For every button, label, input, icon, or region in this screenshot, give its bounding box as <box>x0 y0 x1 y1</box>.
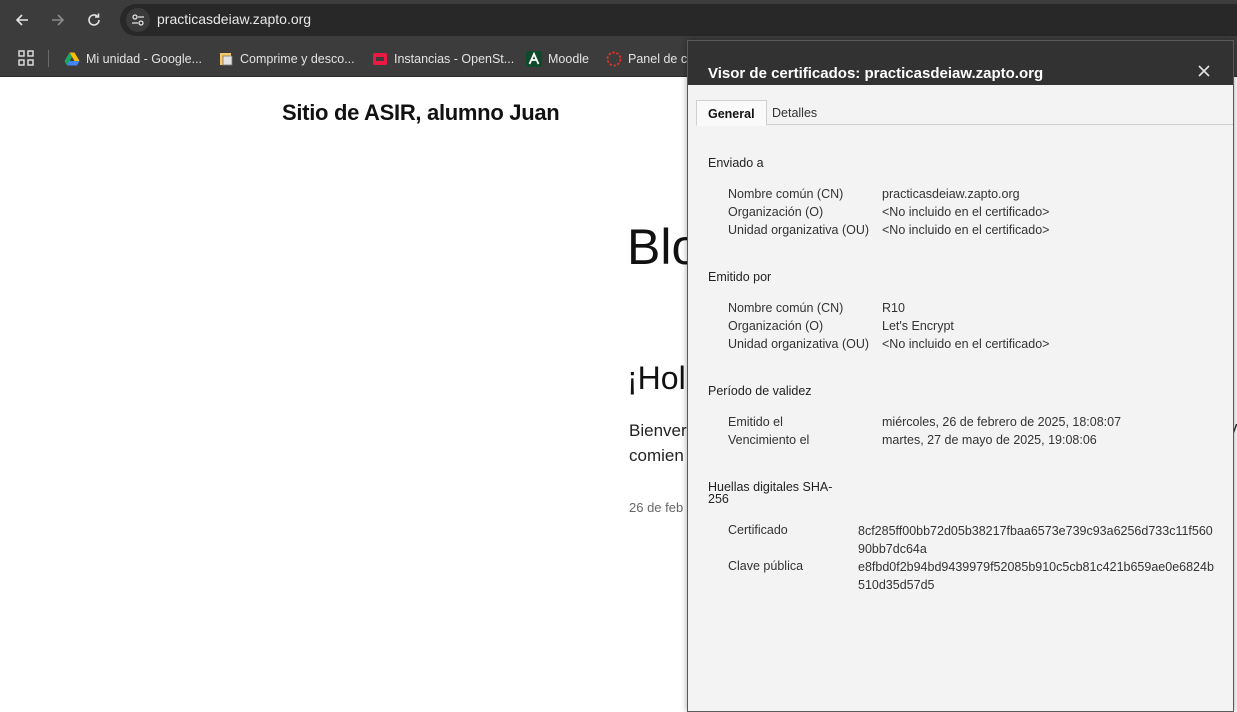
openstack-icon <box>372 51 388 67</box>
dialog-header: Visor de certificados: practicasdeiaw.za… <box>688 41 1233 85</box>
forward-arrow-icon <box>52 14 65 26</box>
reload-button[interactable] <box>82 8 106 32</box>
tab-detalles[interactable]: Detalles <box>761 100 828 126</box>
bookmarks-separator <box>48 50 49 67</box>
field-value: martes, 27 de mayo de 2025, 19:08:06 <box>882 433 1097 447</box>
bookmark-comprime[interactable]: Comprime y desco... <box>218 40 355 77</box>
bookmark-label: Panel de co <box>628 51 695 66</box>
section-heading-line: 256 <box>708 492 729 506</box>
bookmark-label: Comprime y desco... <box>240 51 355 66</box>
field-value: Let's Encrypt <box>882 319 954 333</box>
google-drive-icon <box>64 51 80 67</box>
back-button[interactable] <box>10 8 34 32</box>
field-label: Nombre común (CN) <box>728 187 844 201</box>
bookmark-moodle[interactable]: Moodle <box>526 40 589 77</box>
bookmark-label: Instancias - OpenSt... <box>394 51 515 66</box>
panel-icon <box>606 51 622 67</box>
bookmark-label: Moodle <box>548 51 589 66</box>
fingerprint-value: 8cf285ff00bb72d05b38217fbaa6573e739c93a6… <box>858 524 1213 556</box>
back-arrow-icon <box>15 14 28 26</box>
field-label: Organización (O) <box>728 319 824 333</box>
bookmark-label: Mi unidad - Google... <box>86 51 203 66</box>
dialog-title: Visor de certificados: practicasdeiaw.za… <box>708 65 1044 82</box>
field-value: <No incluido en el certificado> <box>882 223 1050 237</box>
field-label: Unidad organizativa (OU) <box>728 337 870 351</box>
tab-general[interactable]: General <box>696 100 767 126</box>
dialog-tabs: General Detalles <box>696 100 1233 126</box>
tune-icon <box>132 14 144 26</box>
field-label: Emitido el <box>728 415 783 429</box>
forward-button[interactable] <box>46 8 70 32</box>
certificate-viewer-dialog: Visor de certificados: practicasdeiaw.za… <box>687 40 1234 712</box>
field-label: Unidad organizativa (OU) <box>728 223 870 237</box>
site-title[interactable]: Sitio de ASIR, alumno Juan <box>282 100 560 126</box>
field-label: Clave pública <box>728 559 804 573</box>
bookmark-google-drive[interactable]: Mi unidad - Google... <box>64 40 202 77</box>
browser-toolbar: practicasdeiaw.zapto.org <box>0 0 1237 40</box>
apps-grid-icon[interactable] <box>17 49 35 67</box>
bookmark-panel[interactable]: Panel de co <box>606 40 694 77</box>
field-value: practicasdeiaw.zapto.org <box>882 187 1020 201</box>
field-value: miércoles, 26 de febrero de 2025, 18:08:… <box>882 415 1122 429</box>
reload-icon <box>88 13 100 26</box>
folder-icon <box>218 51 234 67</box>
field-value: <No incluido en el certificado> <box>882 337 1050 351</box>
section-validity: Período de validez <box>708 384 812 398</box>
post-date: 26 de feb <box>629 500 684 515</box>
site-info-button[interactable] <box>126 8 150 32</box>
section-issued-by: Emitido por <box>708 270 772 284</box>
field-value: R10 <box>882 301 905 315</box>
fingerprint-value: e8fbd0f2b94bd9439979f52085b910c5cb81c421… <box>858 560 1214 592</box>
post-title[interactable]: ¡Hol <box>627 360 686 397</box>
close-button[interactable] <box>1196 63 1212 79</box>
field-label: Nombre común (CN) <box>728 301 844 315</box>
field-label: Certificado <box>728 523 788 537</box>
moodle-icon <box>526 50 542 67</box>
field-label: Vencimiento el <box>728 433 810 447</box>
field-value: <No incluido en el certificado> <box>882 205 1050 219</box>
field-label: Organización (O) <box>728 205 824 219</box>
section-fingerprints: Huellas digitales SHA- 256 <box>708 481 832 506</box>
section-issued-to: Enviado a <box>708 156 764 170</box>
address-bar[interactable]: practicasdeiaw.zapto.org <box>120 4 1237 36</box>
url-text[interactable]: practicasdeiaw.zapto.org <box>157 11 311 27</box>
close-icon <box>1198 65 1210 77</box>
bookmark-openstack[interactable]: Instancias - OpenSt... <box>372 40 514 77</box>
